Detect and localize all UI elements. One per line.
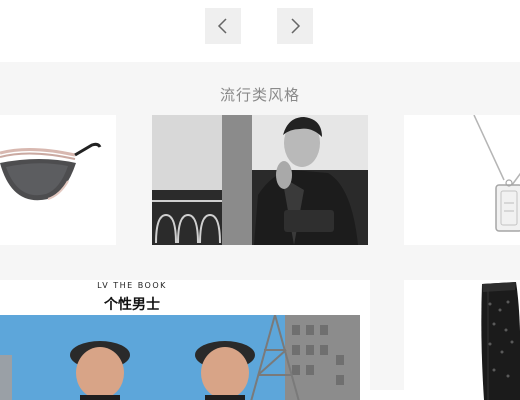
product-card-sunglasses[interactable] <box>0 115 116 245</box>
chevron-right-icon <box>291 18 301 34</box>
previous-button[interactable] <box>205 8 241 44</box>
portrait-photo <box>152 115 368 245</box>
sunglasses-image <box>0 142 102 201</box>
book-title: 个性男士 <box>104 297 160 313</box>
product-card-portrait[interactable] <box>152 115 368 245</box>
product-card-necklace[interactable] <box>404 115 520 245</box>
section-title: 流行类风格 <box>219 86 300 104</box>
chevron-left-icon <box>217 18 227 34</box>
carousel-controls <box>0 0 520 62</box>
rain-boot-image <box>481 282 520 400</box>
product-card-rain-boot[interactable] <box>404 280 520 400</box>
necklace-image <box>473 115 520 232</box>
book-photo <box>0 315 360 400</box>
book-kicker: LV THE BOOK <box>97 281 167 290</box>
popular-style-section: 流行类风格 LV THE BOOK 个性男士 <box>0 62 520 400</box>
lv-the-book-card[interactable]: LV THE BOOK 个性男士 <box>0 280 370 400</box>
next-button[interactable] <box>277 8 313 44</box>
